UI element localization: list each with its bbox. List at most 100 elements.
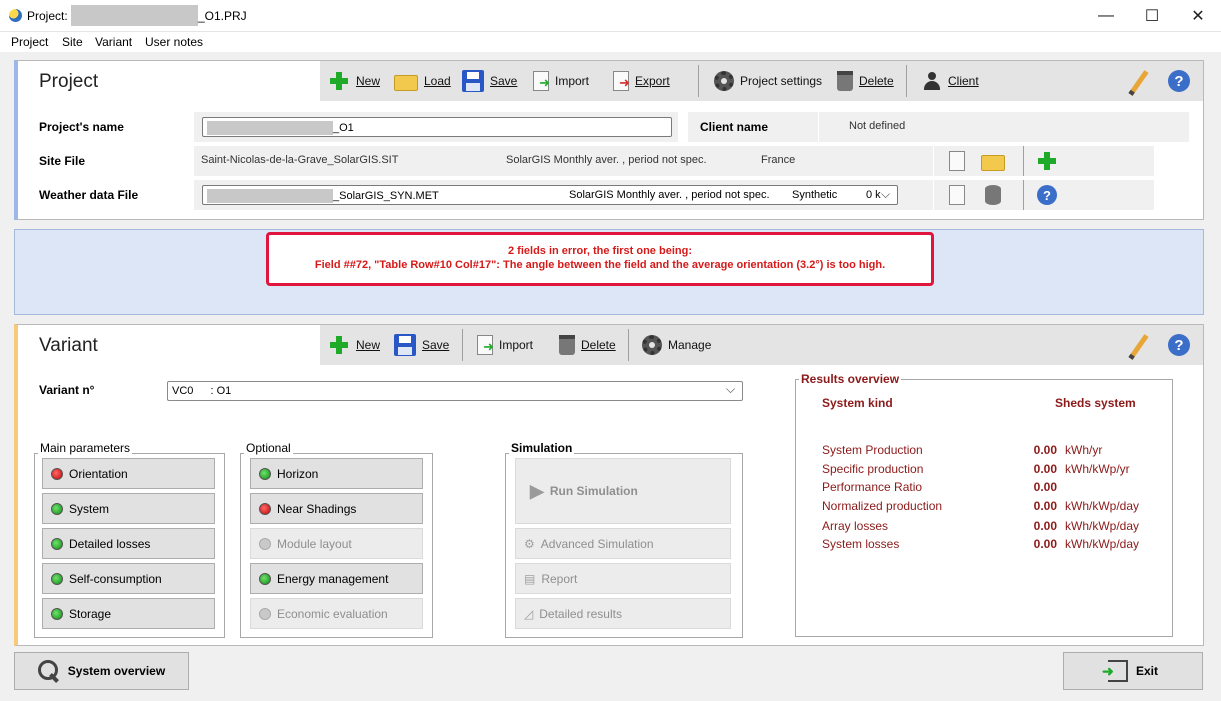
- status-led-icon: [259, 537, 271, 550]
- redacted-title-block: [71, 5, 198, 26]
- storage-button[interactable]: Storage: [42, 598, 215, 629]
- variant-name: : O1: [210, 385, 232, 397]
- project-name-input[interactable]: _O1: [202, 117, 672, 137]
- main-parameters-legend: Main parameters: [38, 441, 133, 455]
- result-value: 0.00: [1033, 443, 1057, 457]
- result-label: Normalized production: [822, 499, 943, 513]
- horizon-button[interactable]: Horizon: [250, 458, 423, 489]
- project-help-button[interactable]: ?: [1168, 61, 1190, 101]
- status-led-icon: [259, 607, 271, 620]
- detailed-results-button[interactable]: ◿ Detailed results: [515, 598, 731, 629]
- plus-icon: [328, 70, 350, 92]
- system-button[interactable]: System: [42, 493, 215, 524]
- variant-manage-button[interactable]: Manage: [642, 325, 711, 365]
- project-panel: Project New Load Save Import Export Proj…: [14, 60, 1204, 220]
- site-new-button[interactable]: [1028, 146, 1066, 176]
- project-edit-notes-button[interactable]: [1126, 61, 1150, 101]
- result-unit: kWh/kWp/yr: [1065, 462, 1130, 476]
- weather-database-button[interactable]: [974, 180, 1012, 210]
- project-settings-button[interactable]: Project settings: [714, 61, 822, 101]
- run-simulation-button[interactable]: ▶ Run Simulation: [515, 458, 731, 524]
- variant-new-label: New: [356, 338, 381, 352]
- variant-delete-button[interactable]: Delete: [556, 325, 616, 365]
- detailed-losses-button[interactable]: Detailed losses: [42, 528, 215, 559]
- economic-evaluation-button[interactable]: Economic evaluation: [250, 598, 423, 629]
- magnifier-doc-icon: [948, 185, 965, 205]
- menu-variant[interactable]: Variant: [95, 35, 132, 49]
- detailed-results-label: Detailed results: [539, 606, 622, 621]
- site-file-name: Saint-Nicolas-de-la-Grave_SolarGIS.SIT: [201, 154, 399, 166]
- weather-source: SolarGIS Monthly aver. , period not spec…: [569, 189, 770, 201]
- exit-button[interactable]: Exit: [1063, 652, 1203, 690]
- project-export-button[interactable]: Export: [610, 61, 670, 101]
- system-label: System: [69, 501, 110, 516]
- project-import-button[interactable]: Import: [530, 61, 589, 101]
- run-simulation-label: Run Simulation: [549, 484, 638, 498]
- result-label: System Production: [822, 443, 923, 457]
- pvsyst-app-icon: [9, 9, 22, 22]
- menu-site[interactable]: Site: [62, 35, 83, 49]
- help-icon: ?: [1037, 185, 1057, 205]
- variant-import-button[interactable]: Import: [474, 325, 533, 365]
- energy-management-button[interactable]: Energy management: [250, 563, 423, 594]
- project-header: Project: [39, 71, 99, 92]
- trash-icon: [837, 71, 853, 91]
- row-separator: [1023, 146, 1024, 176]
- variant-import-label: Import: [499, 338, 534, 352]
- client-name-label: Client name: [700, 120, 769, 134]
- project-delete-button[interactable]: Delete: [834, 61, 894, 101]
- close-window-button[interactable]: ✕: [1175, 0, 1221, 32]
- floppy-disk-icon: [462, 70, 484, 92]
- variant-manage-label: Manage: [668, 338, 712, 352]
- weather-view-button[interactable]: [936, 180, 974, 210]
- gear-icon: [642, 335, 662, 355]
- variant-edit-notes-button[interactable]: [1126, 325, 1150, 365]
- orientation-button[interactable]: Orientation: [42, 458, 215, 489]
- project-save-button[interactable]: Save: [462, 61, 517, 101]
- results-overview-legend: Results overview: [799, 372, 902, 386]
- status-led-icon: [51, 607, 63, 620]
- toolbar-separator: [698, 65, 699, 97]
- maximize-button[interactable]: ☐: [1129, 0, 1175, 32]
- menu-user-notes[interactable]: User notes: [145, 35, 203, 49]
- advanced-simulation-button[interactable]: ⚙ Advanced Simulation: [515, 528, 731, 559]
- module-layout-button[interactable]: Module layout: [250, 528, 423, 559]
- weather-file-name: _SolarGIS_SYN.MET: [333, 189, 439, 202]
- site-country: France: [761, 154, 796, 166]
- database-icon: [985, 185, 1001, 205]
- project-client-button[interactable]: Client: [922, 61, 979, 101]
- variant-help-button[interactable]: ?: [1168, 325, 1190, 365]
- status-led-icon: [51, 537, 63, 550]
- menu-bar: Project Site Variant User notes: [0, 32, 1221, 52]
- site-view-button[interactable]: [936, 146, 974, 176]
- window-title-prefix: Project:: [27, 9, 68, 23]
- variant-toolbar: New Save Import Delete Manage ?: [320, 325, 1203, 365]
- variant-new-button[interactable]: New: [328, 325, 380, 365]
- system-kind-label: System kind: [822, 396, 893, 410]
- variant-select[interactable]: VC0 : O1 ⌵: [167, 381, 743, 401]
- status-led-icon: [51, 502, 63, 515]
- help-icon: ?: [1168, 70, 1190, 92]
- project-save-label: Save: [490, 74, 518, 88]
- system-overview-button[interactable]: System overview: [14, 652, 189, 690]
- report-button[interactable]: ▤ Report: [515, 563, 731, 594]
- weather-file-select[interactable]: _SolarGIS_SYN.MET SolarGIS Monthly aver.…: [202, 185, 898, 205]
- self-consumption-label: Self-consumption: [69, 571, 162, 586]
- minimize-button[interactable]: —: [1083, 0, 1129, 32]
- horizon-label: Horizon: [277, 466, 319, 481]
- site-file-label: Site File: [39, 154, 86, 168]
- chart-icon: ◿: [524, 606, 534, 621]
- site-load-button[interactable]: [974, 146, 1012, 176]
- menu-project[interactable]: Project: [11, 35, 48, 49]
- self-consumption-button[interactable]: Self-consumption: [42, 563, 215, 594]
- weather-help-button[interactable]: ?: [1028, 180, 1066, 210]
- project-load-button[interactable]: Load: [394, 61, 451, 101]
- folder-icon: [981, 155, 1005, 171]
- project-new-button[interactable]: New: [328, 61, 380, 101]
- pencil-icon: [1126, 333, 1150, 357]
- variant-save-label: Save: [422, 338, 450, 352]
- toolbar-separator: [462, 329, 463, 361]
- site-source: SolarGIS Monthly aver. , period not spec…: [506, 154, 707, 166]
- variant-save-button[interactable]: Save: [394, 325, 449, 365]
- near-shadings-button[interactable]: Near Shadings: [250, 493, 423, 524]
